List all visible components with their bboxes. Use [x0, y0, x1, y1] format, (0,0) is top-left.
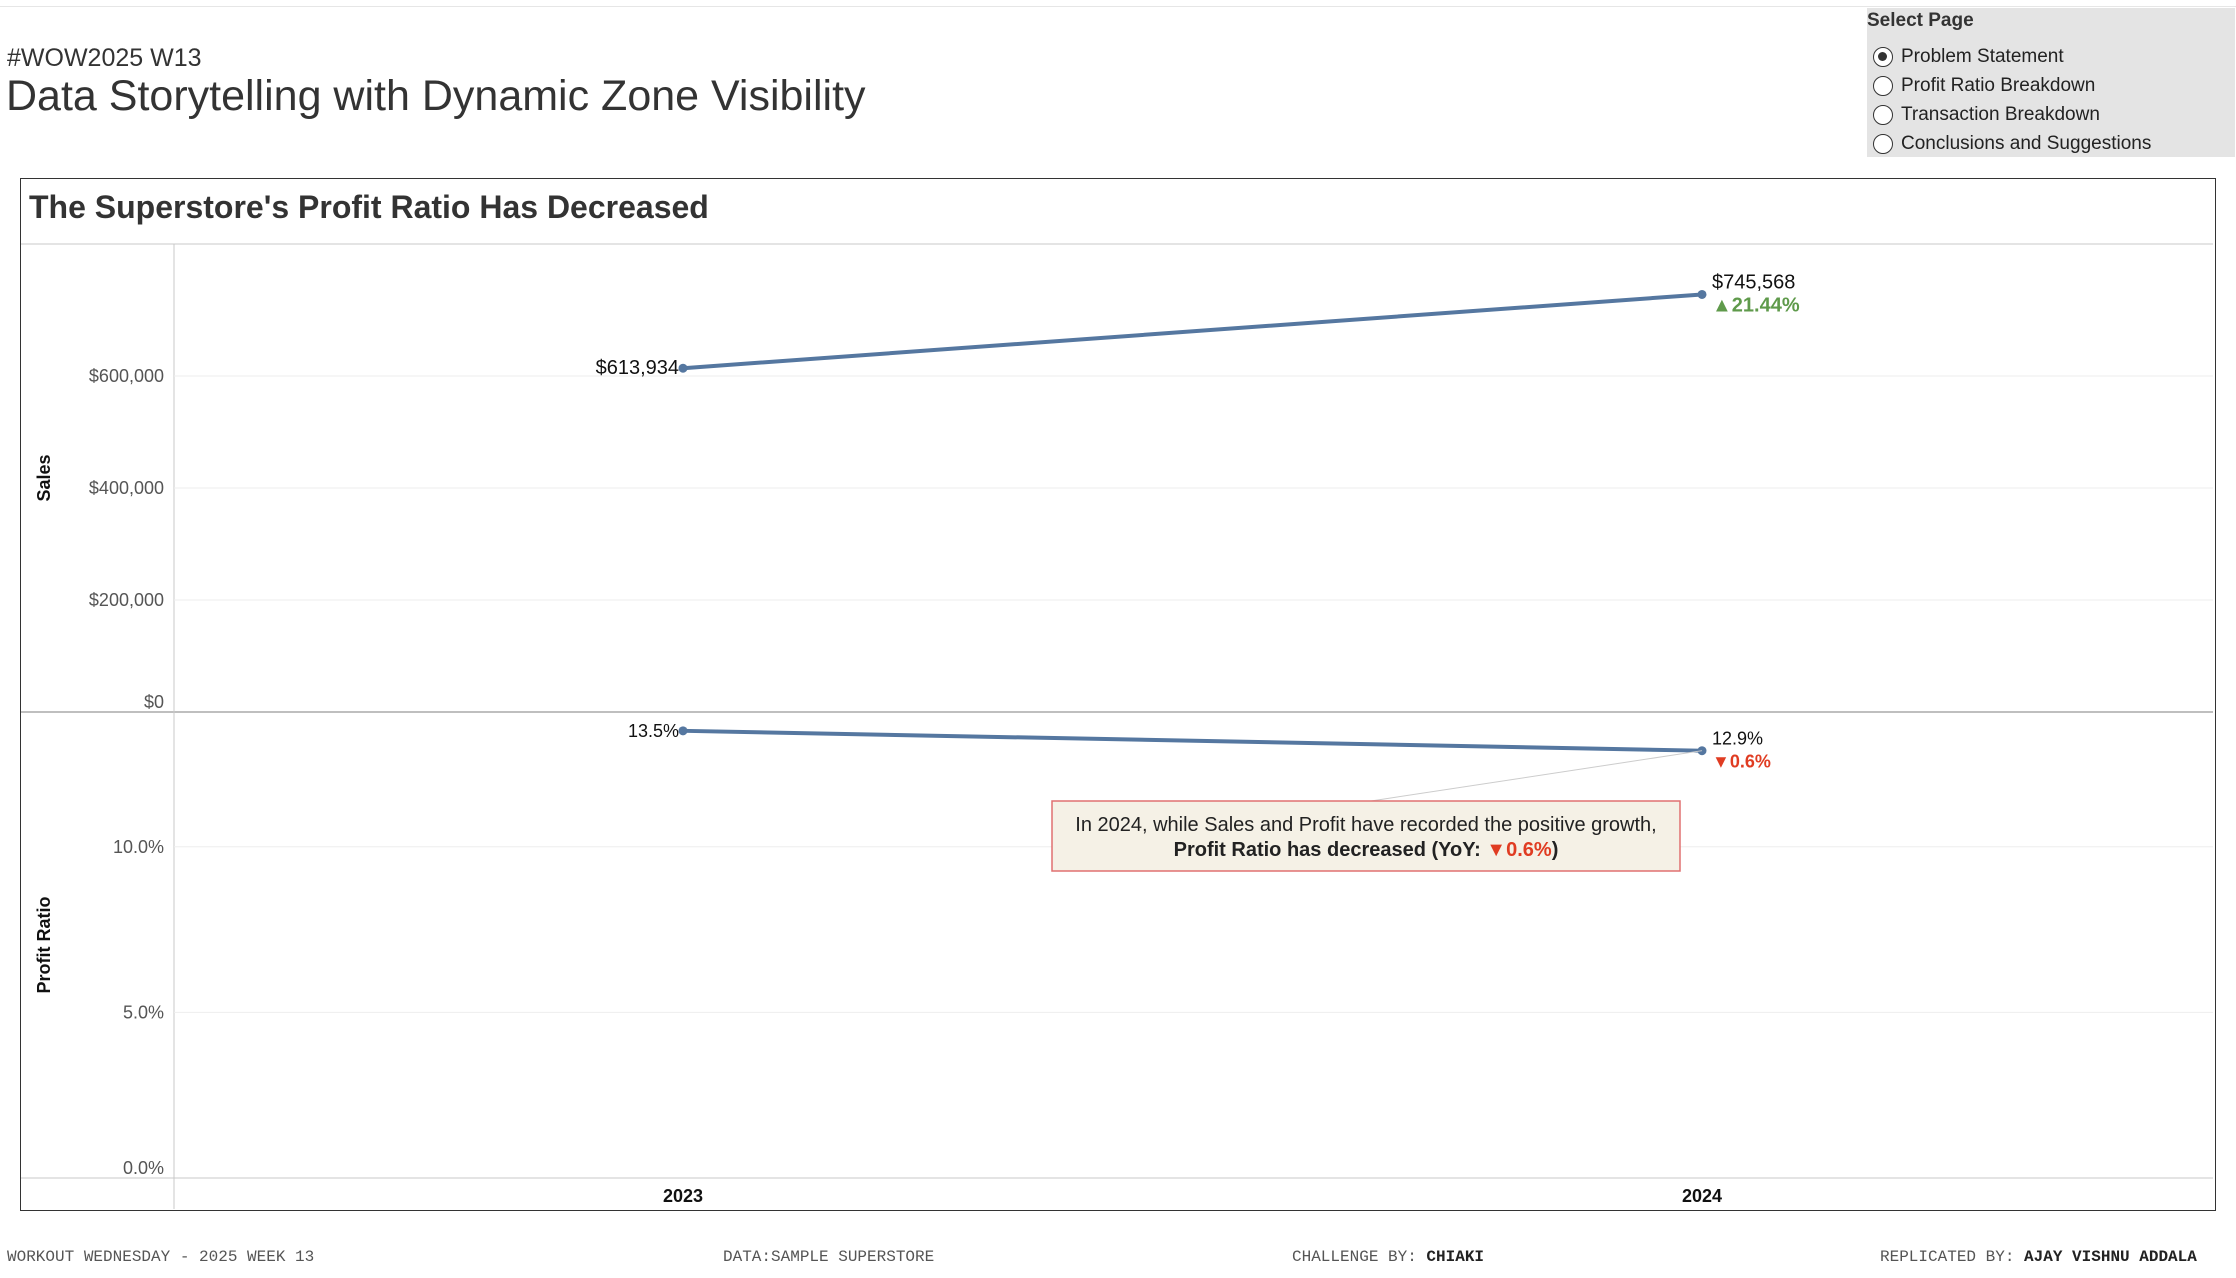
annotation-span: ): [1552, 839, 1559, 861]
footer-data-source: DATA:SAMPLE SUPERSTORE: [723, 1248, 935, 1266]
data-point: [678, 726, 688, 736]
change-label: ▼0.6%: [1712, 752, 1771, 772]
x-tick-label: 2024: [1682, 1186, 1722, 1206]
footer-challenge: CHALLENGE BY: CHIAKI: [1292, 1248, 1484, 1266]
radio-label: Conclusions and Suggestions: [1901, 133, 2152, 154]
radio-transaction-breakdown[interactable]: Transaction Breakdown: [1873, 102, 2100, 128]
data-label: 12.9%: [1712, 729, 1763, 749]
footer-challenge-name: CHIAKI: [1426, 1248, 1485, 1266]
y-tick-label: $600,000: [89, 366, 164, 386]
y-tick-label: $0: [144, 692, 164, 712]
footer-replicated: REPLICATED BY: AJAY VISHNU ADDALA: [1880, 1248, 2197, 1266]
radio-profit-ratio-breakdown[interactable]: Profit Ratio Breakdown: [1873, 73, 2095, 99]
annotation-line2: Profit Ratio has decreased (YoY: ▼0.6%): [1174, 839, 1559, 861]
radio-problem-statement[interactable]: Problem Statement: [1873, 44, 2064, 70]
footer-workout: WORKOUT WEDNESDAY - 2025 WEEK 13: [7, 1248, 315, 1266]
top-divider: [0, 6, 2236, 7]
y-tick-label: 5.0%: [123, 1002, 164, 1022]
radio-label: Profit Ratio Breakdown: [1901, 75, 2096, 96]
footer: WORKOUT WEDNESDAY - 2025 WEEK 13 DATA:SA…: [0, 1248, 2236, 1272]
x-tick-label: 2023: [663, 1186, 703, 1206]
data-label: $613,934: [596, 357, 679, 379]
annotation-span: Profit Ratio has decreased (YoY:: [1174, 839, 1487, 861]
footer-replicated-name: AJAY VISHNU ADDALA: [2024, 1248, 2197, 1266]
y-axis-title: Profit Ratio: [34, 896, 54, 993]
footer-challenge-label: CHALLENGE BY:: [1292, 1248, 1427, 1266]
series-line: [681, 292, 1704, 371]
data-point: [678, 363, 688, 373]
footer-replicated-label: REPLICATED BY:: [1880, 1248, 2025, 1266]
radio-label: Transaction Breakdown: [1901, 104, 2100, 125]
radio-conclusions-suggestions[interactable]: Conclusions and Suggestions: [1873, 131, 2151, 157]
page-selector-label: Select Page: [1867, 10, 1974, 31]
chart-canvas: $0 $200,000 $400,000 $600,000 Sales $613,934 $…: [21, 243, 2213, 1209]
chart-panel: The Superstore's Profit Ratio Has Decrea…: [20, 178, 2216, 1211]
page-title: Data Storytelling with Dynamic Zone Visi…: [6, 72, 866, 120]
y-tick-label: $200,000: [89, 590, 164, 610]
data-label: $745,568: [1712, 271, 1795, 293]
data-label: 13.5%: [628, 721, 679, 741]
radio-label: Problem Statement: [1901, 46, 2064, 67]
change-label: ▲21.44%: [1712, 294, 1800, 316]
header-subtitle: #WOW2025 W13: [7, 44, 202, 72]
page-selector: Select Page Problem Statement Profit Rat…: [1867, 8, 2235, 157]
annotation-line1: In 2024, while Sales and Profit have rec…: [1075, 814, 1656, 836]
radio-unselected-icon[interactable]: [1873, 76, 1893, 96]
data-point: [1697, 289, 1707, 299]
y-tick-label: 0.0%: [123, 1158, 164, 1178]
series-line: [681, 728, 1704, 753]
radio-unselected-icon[interactable]: [1873, 134, 1893, 154]
y-tick-label: 10.0%: [113, 837, 164, 857]
radio-unselected-icon[interactable]: [1873, 105, 1893, 125]
y-axis-title: Sales: [34, 454, 54, 501]
annotation-connector: [1370, 750, 1703, 802]
y-tick-label: $400,000: [89, 478, 164, 498]
annotation-span: ▼0.6%: [1486, 839, 1552, 861]
radio-selected-icon[interactable]: [1873, 47, 1893, 67]
